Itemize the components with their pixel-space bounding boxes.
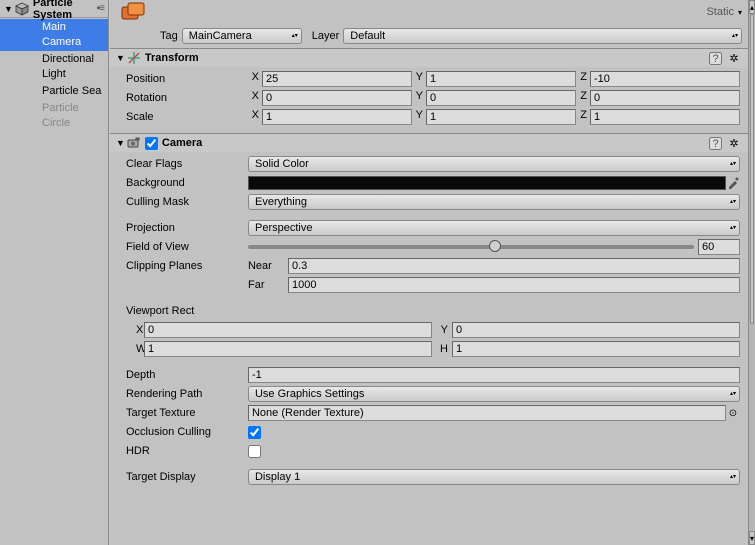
target-display-label: Target Display: [118, 471, 248, 483]
transform-icon: [127, 51, 141, 65]
clear-flags-label: Clear Flags: [118, 158, 248, 170]
rotation-z-input[interactable]: [590, 90, 740, 106]
rendering-path-dropdown[interactable]: Use Graphics Settings▴▾: [248, 386, 740, 402]
viewport-y-input[interactable]: [452, 322, 740, 338]
depth-label: Depth: [118, 369, 248, 381]
vp-y-label: Y: [432, 324, 452, 336]
foldout-icon[interactable]: ▼: [116, 53, 125, 63]
near-input[interactable]: [288, 258, 740, 274]
target-texture-field[interactable]: [248, 405, 726, 421]
transform-component: ▼ Transform ? ✲ Position X Y Z Rotation …: [110, 48, 748, 133]
gear-icon[interactable]: ✲: [726, 51, 742, 65]
projection-dropdown[interactable]: Perspective▴▾: [248, 220, 740, 236]
hierarchy-item[interactable]: Main Camera: [0, 19, 108, 51]
viewport-h-input[interactable]: [452, 341, 740, 357]
viewport-rect-label: Viewport Rect: [118, 305, 248, 317]
rotation-label: Rotation: [118, 92, 248, 104]
gameobject-icon: [118, 0, 150, 24]
transform-title: Transform: [145, 52, 706, 64]
transform-header[interactable]: ▼ Transform ? ✲: [110, 49, 748, 67]
target-texture-label: Target Texture: [118, 407, 248, 419]
hierarchy-item[interactable]: Particle Sea: [0, 83, 108, 100]
scene-icon: [15, 2, 29, 16]
object-picker-icon[interactable]: ⊙: [726, 408, 740, 419]
occlusion-culling-label: Occlusion Culling: [118, 426, 248, 438]
svg-text:?: ?: [713, 138, 719, 150]
camera-title: Camera: [162, 137, 706, 149]
inspector-scrollbar[interactable]: ▴ ▾: [748, 0, 755, 545]
foldout-icon[interactable]: ▼: [4, 4, 13, 14]
color-picker-icon[interactable]: [726, 176, 740, 190]
position-x-input[interactable]: [262, 71, 412, 87]
viewport-x-input[interactable]: [144, 322, 432, 338]
hierarchy-title: Particle System: [33, 0, 97, 21]
position-y-input[interactable]: [426, 71, 576, 87]
fov-label: Field of View: [118, 241, 248, 253]
background-color-field[interactable]: [248, 176, 726, 190]
scroll-down-icon[interactable]: ▾: [749, 531, 755, 545]
panel-menu-icon[interactable]: ▪≡: [97, 3, 104, 14]
hierarchy-list: Main CameraDirectional LightParticle Sea…: [0, 18, 108, 132]
position-label: Position: [118, 73, 248, 85]
scale-x-input[interactable]: [262, 109, 412, 125]
near-label: Near: [248, 260, 288, 272]
hdr-label: HDR: [118, 445, 248, 457]
hdr-checkbox[interactable]: [248, 445, 261, 458]
rendering-path-label: Rendering Path: [118, 388, 248, 400]
camera-icon: [127, 137, 141, 149]
clear-flags-dropdown[interactable]: Solid Color▴▾: [248, 156, 740, 172]
fov-slider[interactable]: [248, 245, 694, 249]
scale-y-input[interactable]: [426, 109, 576, 125]
position-z-input[interactable]: [590, 71, 740, 87]
static-label: Static: [706, 6, 734, 18]
hierarchy-header: ▼ Particle System ▪≡: [0, 0, 108, 18]
rotation-x-input[interactable]: [262, 90, 412, 106]
tag-dropdown[interactable]: MainCamera ▴▾: [182, 28, 302, 44]
foldout-icon[interactable]: ▼: [116, 138, 125, 148]
vp-w-label: W: [118, 343, 144, 355]
scrollbar-thumb[interactable]: [750, 14, 754, 324]
clipping-planes-label: Clipping Planes: [118, 260, 248, 272]
background-label: Background: [118, 177, 248, 189]
rotation-y-input[interactable]: [426, 90, 576, 106]
vp-x-label: X: [118, 324, 144, 336]
vp-h-label: H: [432, 343, 452, 355]
projection-label: Projection: [118, 222, 248, 234]
camera-enabled-checkbox[interactable]: [145, 137, 158, 150]
culling-mask-label: Culling Mask: [118, 196, 248, 208]
depth-input[interactable]: [248, 367, 740, 383]
hierarchy-item[interactable]: Particle Circle: [0, 100, 108, 132]
layer-dropdown[interactable]: Default ▴▾: [343, 28, 742, 44]
tag-label: Tag: [160, 30, 178, 42]
hierarchy-item[interactable]: Directional Light: [0, 51, 108, 83]
inspector-header: Static ▾ Tag MainCamera ▴▾ Layer Default…: [110, 0, 748, 48]
scale-label: Scale: [118, 111, 248, 123]
scroll-up-icon[interactable]: ▴: [749, 0, 755, 14]
layer-label: Layer: [312, 30, 340, 42]
svg-text:?: ?: [713, 53, 719, 65]
far-input[interactable]: [288, 277, 740, 293]
viewport-w-input[interactable]: [144, 341, 432, 357]
occlusion-culling-checkbox[interactable]: [248, 426, 261, 439]
far-label: Far: [248, 279, 288, 291]
camera-component: ▼ Camera ? ✲ Clear Flags Solid Color▴▾ B…: [110, 133, 748, 493]
scale-z-input[interactable]: [590, 109, 740, 125]
fov-input[interactable]: [698, 239, 740, 255]
help-icon[interactable]: ?: [708, 51, 724, 65]
gear-icon[interactable]: ✲: [726, 136, 742, 150]
culling-mask-dropdown[interactable]: Everything▴▾: [248, 194, 740, 210]
inspector-panel: Static ▾ Tag MainCamera ▴▾ Layer Default…: [109, 0, 748, 545]
target-display-dropdown[interactable]: Display 1▴▾: [248, 469, 740, 485]
camera-header[interactable]: ▼ Camera ? ✲: [110, 134, 748, 152]
hierarchy-panel: ▼ Particle System ▪≡ Main CameraDirectio…: [0, 0, 109, 545]
static-dropdown-icon[interactable]: ▾: [738, 8, 742, 17]
help-icon[interactable]: ?: [708, 136, 724, 150]
